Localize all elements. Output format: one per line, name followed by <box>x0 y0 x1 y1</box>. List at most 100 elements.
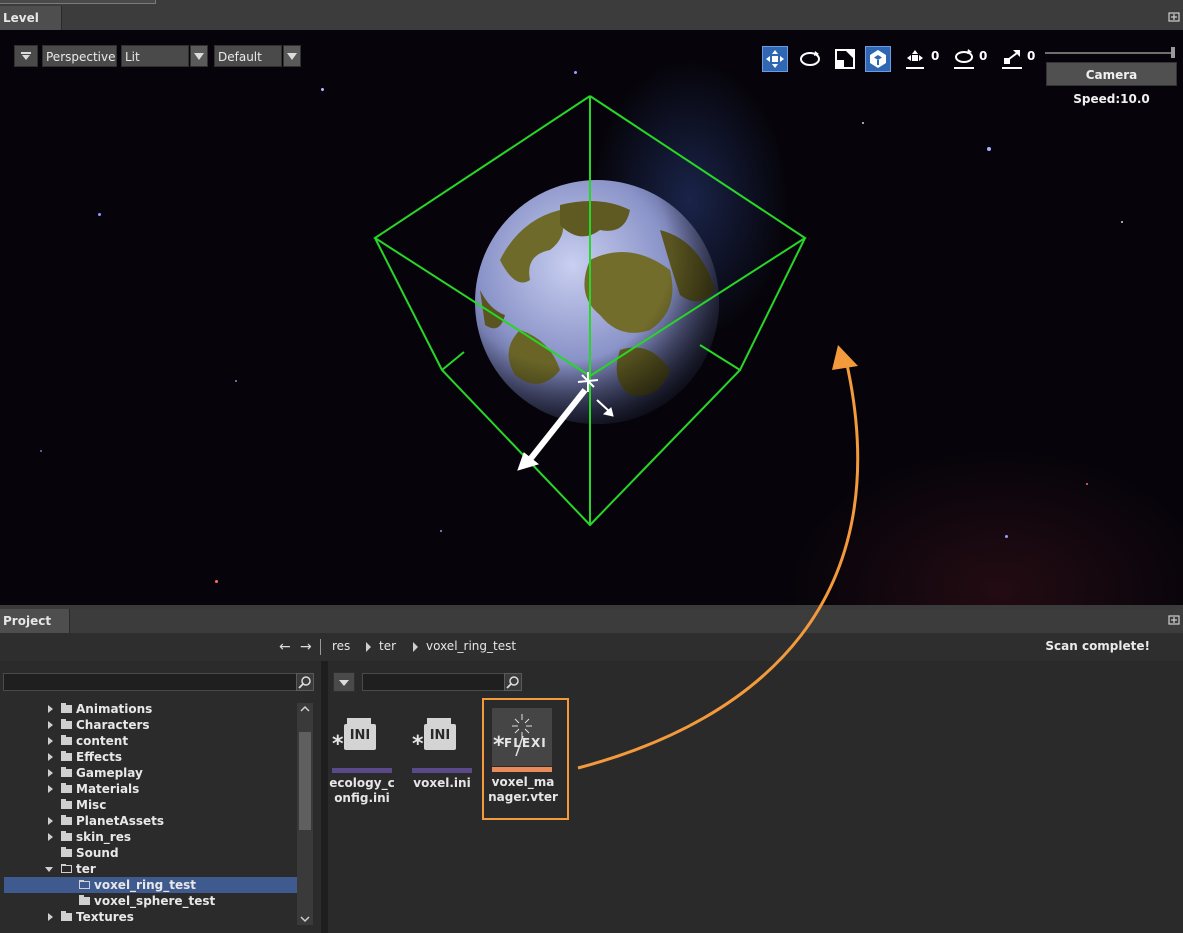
ini-icon-label: INI <box>349 728 371 743</box>
tree-item-label: Animations <box>76 702 153 716</box>
translate-snap-value: 0 <box>931 49 940 63</box>
folder-icon <box>79 895 90 905</box>
breadcrumb-ter[interactable]: ter <box>379 639 396 653</box>
lighting-dropdown-arrow[interactable] <box>190 45 208 67</box>
rotate-icon <box>800 51 820 66</box>
scale-tool-button[interactable] <box>832 46 858 72</box>
pin-icon[interactable] <box>1168 11 1180 23</box>
scale-icon <box>835 49 855 69</box>
tree-item-label: PlanetAssets <box>76 814 165 828</box>
tree-item-misc[interactable]: Misc <box>0 797 297 813</box>
camera-speed-slider[interactable] <box>1045 52 1175 54</box>
scene-objects <box>373 95 807 527</box>
tree-item-label: Characters <box>76 718 150 732</box>
tree-search-button[interactable] <box>296 673 314 691</box>
scale-snap-button[interactable] <box>1000 46 1026 72</box>
pin-icon[interactable] <box>1168 614 1180 626</box>
breadcrumb-res[interactable]: res <box>332 639 350 653</box>
filter-icon <box>21 52 31 60</box>
world-space-toggle[interactable] <box>865 46 891 72</box>
tree-search-input[interactable] <box>3 673 297 691</box>
translate-tool-button[interactable] <box>762 46 788 72</box>
cube-icon <box>870 50 886 68</box>
scale-snap-value: 0 <box>1027 49 1036 63</box>
viewport-menu-button[interactable] <box>14 45 38 67</box>
asset-name-line-2: onfig.ini <box>334 791 390 805</box>
tree-item-materials[interactable]: Materials <box>0 781 297 797</box>
open-folder-icon <box>79 880 90 889</box>
expand-arrow-icon[interactable] <box>48 769 53 777</box>
tab-level[interactable]: Level <box>0 6 62 30</box>
preset-select[interactable]: Default <box>214 45 282 67</box>
scroll-up-icon[interactable] <box>297 704 313 714</box>
move-icon <box>766 50 784 68</box>
project-panel-header: Project <box>0 609 1183 633</box>
tree-item-animations[interactable]: Animations <box>0 701 297 717</box>
folder-icon <box>61 847 72 857</box>
rotate-snap-value: 0 <box>979 49 988 63</box>
tree-item-voxel-sphere-test[interactable]: voxel_sphere_test <box>0 893 297 909</box>
tree-item-voxel-ring-test[interactable]: voxel_ring_test <box>4 877 297 893</box>
scroll-down-icon[interactable] <box>297 914 313 924</box>
forward-arrow-icon[interactable]: → <box>300 639 312 655</box>
search-icon <box>506 676 519 689</box>
tree-item-content[interactable]: content <box>0 733 297 749</box>
ini-file-icon: INI <box>424 724 456 750</box>
expand-arrow-icon[interactable] <box>48 705 53 713</box>
expand-arrow-icon[interactable] <box>48 721 53 729</box>
tree-scroll-thumb[interactable] <box>299 732 311 830</box>
asset-tile-voxel-ini[interactable]: INI * voxel.ini <box>399 716 485 816</box>
folder-icon <box>61 911 72 921</box>
preset-dropdown-arrow[interactable] <box>283 45 301 67</box>
tree-item-ter[interactable]: ter <box>0 861 297 877</box>
tree-item-label: ter <box>76 862 96 876</box>
nav-divider <box>320 639 321 655</box>
back-arrow-icon[interactable]: ← <box>279 639 291 655</box>
expand-arrow-icon[interactable] <box>48 785 53 793</box>
tree-item-effects[interactable]: Effects <box>0 749 297 765</box>
tree-item-gameplay[interactable]: Gameplay <box>0 765 297 781</box>
tree-item-label: content <box>76 734 129 748</box>
lighting-mode-select[interactable]: Lit <box>121 45 189 67</box>
expand-arrow-icon[interactable] <box>48 753 53 761</box>
folder-icon <box>61 799 72 809</box>
folder-icon <box>61 751 72 761</box>
asset-search-button[interactable] <box>504 673 522 691</box>
tree-item-skin-res[interactable]: skin_res <box>0 829 297 845</box>
asset-search-input[interactable] <box>362 673 505 691</box>
expand-arrow-icon[interactable] <box>48 737 53 745</box>
rotate-tool-button[interactable] <box>797 46 823 72</box>
asset-tile-ecology-config[interactable]: INI * ecology_c onfig.ini <box>319 716 405 816</box>
translate-snap-button[interactable] <box>904 46 930 72</box>
asset-type-bar <box>412 768 472 773</box>
tree-item-sound[interactable]: Sound <box>0 845 297 861</box>
tree-item-label: voxel_sphere_test <box>94 894 216 908</box>
rotate-snap-button[interactable] <box>952 46 978 72</box>
expand-arrow-icon[interactable] <box>48 913 53 921</box>
expand-arrow-icon[interactable] <box>48 817 53 825</box>
breadcrumb-voxel-ring-test[interactable]: voxel_ring_test <box>426 639 516 653</box>
tree-item-label: skin_res <box>76 830 131 844</box>
tree-item-characters[interactable]: Characters <box>0 717 297 733</box>
scale-snap-icon <box>1002 50 1022 69</box>
camera-speed-slider-handle[interactable] <box>1171 47 1175 58</box>
tree-item-label: Effects <box>76 750 123 764</box>
tree-item-label: voxel_ring_test <box>94 878 196 892</box>
asset-name-line-1: voxel.ini <box>413 776 471 790</box>
asset-name-line-1: ecology_c <box>329 776 395 790</box>
ini-icon-label: INI <box>429 728 451 743</box>
asset-type-bar <box>332 768 392 773</box>
tab-project[interactable]: Project <box>0 609 70 633</box>
folder-icon <box>61 719 72 729</box>
tree-item-textures[interactable]: Textures <box>0 909 297 925</box>
open-folder-icon <box>61 864 72 873</box>
asset-filter-dropdown[interactable] <box>333 672 355 692</box>
breadcrumb-chevron-icon <box>413 642 418 652</box>
annotation-highlight-box <box>482 698 569 820</box>
expand-arrow-icon[interactable] <box>48 833 53 841</box>
view-mode-button[interactable]: Perspective <box>42 45 117 67</box>
collapse-arrow-icon[interactable] <box>45 867 53 872</box>
tree-item-label: Materials <box>76 782 140 796</box>
scene-viewport[interactable]: Perspective Lit Default 0 0 0 Camera Spe… <box>0 30 1183 605</box>
tree-item-planetassets[interactable]: PlanetAssets <box>0 813 297 829</box>
